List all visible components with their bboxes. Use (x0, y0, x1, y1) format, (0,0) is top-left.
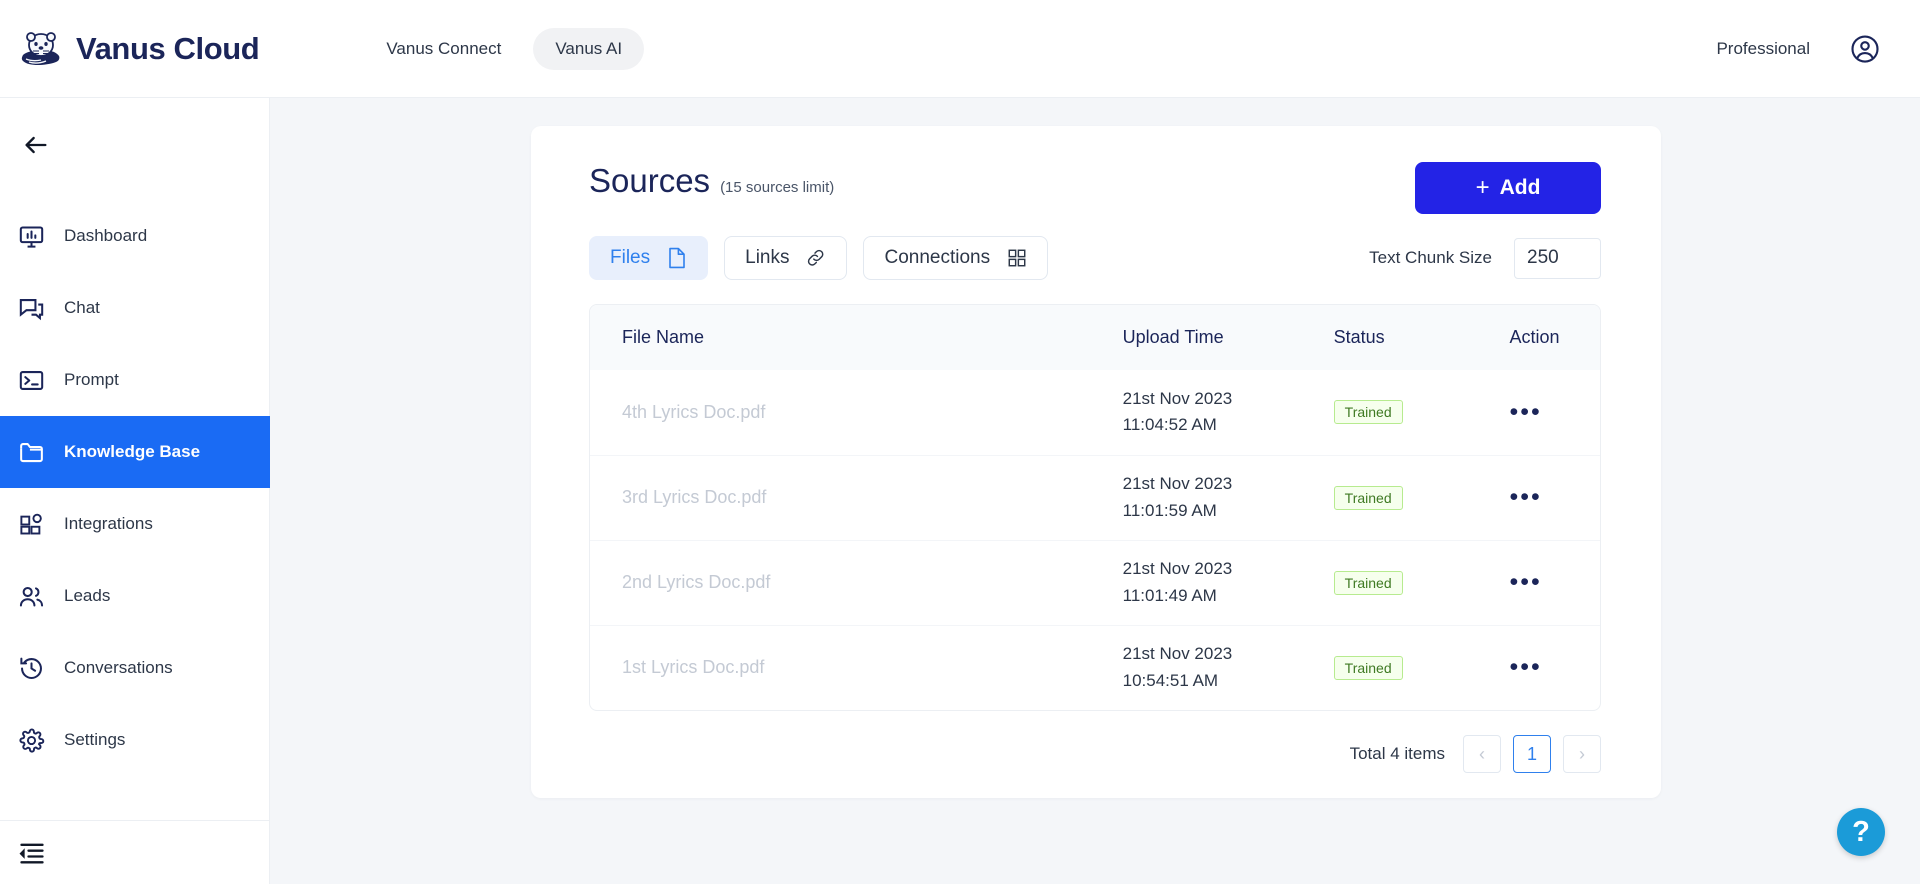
table-row[interactable]: 4th Lyrics Doc.pdf 21st Nov 2023 11:04:5… (590, 370, 1600, 455)
card-header: Sources (15 sources limit) + Add (531, 126, 1661, 214)
plan-label: Professional (1716, 38, 1810, 58)
file-name-cell: 2nd Lyrics Doc.pdf (622, 572, 771, 592)
table-header-row: File Name Upload Time Status Action (590, 305, 1600, 370)
column-header-file-name: File Name (622, 327, 705, 347)
upload-time-cell: 11:01:49 AM (1122, 585, 1217, 605)
terminal-icon (18, 367, 45, 394)
help-button[interactable]: ? (1837, 808, 1885, 856)
sidebar-item-label: Knowledge Base (64, 442, 201, 461)
gear-icon (18, 727, 45, 754)
back-button[interactable] (14, 123, 58, 167)
table-row[interactable]: 3rd Lyrics Doc.pdf 21st Nov 2023 11:01:5… (590, 454, 1600, 540)
file-name-cell: 3rd Lyrics Doc.pdf (622, 487, 767, 507)
upload-date-cell: 21st Nov 2023 (1122, 644, 1233, 664)
sidebar-item-label: Dashboard (64, 226, 148, 245)
sidebar-item-label: Conversations (64, 658, 173, 677)
sidebar-item-prompt[interactable]: Prompt (0, 344, 270, 416)
folder-icon (18, 439, 45, 466)
upload-date-cell: 21st Nov 2023 (1122, 388, 1233, 408)
tab-files[interactable]: Files (589, 236, 709, 280)
file-name-cell: 4th Lyrics Doc.pdf (622, 401, 766, 422)
column-header-status: Status (1333, 327, 1385, 347)
column-header-upload-time: Upload Time (1122, 327, 1224, 347)
account-icon[interactable] (1850, 34, 1880, 64)
row-actions-icon[interactable]: ••• (1510, 398, 1542, 426)
sidebar-item-label: Leads (64, 586, 111, 605)
monitor-icon (18, 223, 45, 250)
source-type-tabs: Files Links Connections Text Chunk Size … (531, 214, 1661, 280)
sidebar-item-label: Integrations (64, 514, 153, 533)
table-row[interactable]: 2nd Lyrics Doc.pdf 21st Nov 2023 11:01:4… (590, 539, 1600, 625)
text-chunk-size-input[interactable] (1514, 237, 1601, 279)
sources-table: File Name Upload Time Status Action 4th … (589, 304, 1601, 711)
top-nav: Vanus Connect Vanus AI (364, 27, 645, 70)
top-bar: Vanus Cloud Vanus Connect Vanus AI Profe… (0, 0, 1920, 98)
collapse-sidebar-icon[interactable] (18, 839, 46, 867)
table-row[interactable]: 1st Lyrics Doc.pdf 21st Nov 2023 10:54:5… (590, 624, 1600, 710)
upload-time-cell: 11:01:59 AM (1122, 500, 1217, 520)
upload-time-cell: 10:54:51 AM (1122, 670, 1219, 690)
sidebar: Dashboard Chat Prompt Knowledge Base Int… (0, 98, 270, 884)
sidebar-footer (0, 820, 270, 884)
upload-time-cell: 11:04:52 AM (1122, 415, 1217, 435)
topbar-right: Professional (1716, 34, 1880, 64)
history-icon (18, 655, 45, 682)
file-icon (667, 247, 687, 269)
tab-files-label: Files (610, 247, 651, 268)
tab-connections-label: Connections (884, 247, 991, 268)
text-chunk-size-label: Text Chunk Size (1369, 248, 1492, 267)
row-actions-icon[interactable]: ••• (1510, 653, 1542, 681)
sidebar-item-label: Chat (64, 298, 100, 317)
column-header-action: Action (1509, 327, 1560, 347)
main-content: Sources (15 sources limit) + Add Files L (270, 98, 1920, 884)
tab-links-label: Links (745, 247, 790, 268)
brand-name: Vanus Cloud (76, 30, 260, 66)
sidebar-item-leads[interactable]: Leads (0, 560, 270, 632)
text-chunk-size-group: Text Chunk Size (1369, 237, 1601, 279)
row-actions-icon[interactable]: ••• (1510, 568, 1542, 596)
sidebar-item-chat[interactable]: Chat (0, 272, 270, 344)
grid-icon (1007, 247, 1027, 269)
pagination-prev-button[interactable]: ‹ (1463, 735, 1501, 773)
upload-date-cell: 21st Nov 2023 (1122, 474, 1233, 494)
brand[interactable]: Vanus Cloud (20, 28, 260, 70)
sidebar-item-integrations[interactable]: Integrations (0, 488, 270, 560)
row-actions-icon[interactable]: ••• (1510, 483, 1542, 511)
tab-links[interactable]: Links (724, 236, 848, 280)
users-icon (18, 583, 45, 610)
vanus-otter-logo-icon (20, 28, 62, 70)
chat-icon (18, 295, 45, 322)
sidebar-item-dashboard[interactable]: Dashboard (0, 200, 270, 272)
status-badge: Trained (1333, 485, 1403, 510)
sidebar-item-label: Settings (64, 730, 126, 749)
topnav-item-vanus-connect[interactable]: Vanus Connect (364, 28, 523, 70)
sidebar-item-settings[interactable]: Settings (0, 704, 270, 776)
pagination-total: Total 4 items (1349, 744, 1445, 763)
topnav-item-vanus-ai[interactable]: Vanus AI (533, 27, 645, 70)
pagination-page-1[interactable]: 1 (1513, 735, 1551, 773)
integrations-icon (18, 511, 45, 538)
pagination: Total 4 items ‹ 1 › (531, 711, 1661, 773)
pagination-next-button[interactable]: › (1563, 735, 1601, 773)
sidebar-item-conversations[interactable]: Conversations (0, 632, 270, 704)
link-icon (806, 247, 826, 269)
tab-connections[interactable]: Connections (863, 236, 1049, 280)
sources-card: Sources (15 sources limit) + Add Files L (531, 126, 1661, 798)
sidebar-item-label: Prompt (64, 370, 119, 389)
file-name-cell: 1st Lyrics Doc.pdf (622, 657, 765, 678)
status-badge: Trained (1333, 400, 1403, 425)
plus-icon: + (1475, 174, 1490, 201)
upload-date-cell: 21st Nov 2023 (1122, 559, 1233, 579)
add-button[interactable]: + Add (1415, 162, 1601, 214)
status-badge: Trained (1333, 655, 1403, 680)
sidebar-item-knowledge-base[interactable]: Knowledge Base (0, 416, 270, 488)
sidebar-nav: Dashboard Chat Prompt Knowledge Base Int… (0, 200, 270, 776)
add-button-label: Add (1499, 176, 1541, 199)
page-title-subtext: (15 sources limit) (720, 179, 835, 196)
title-group: Sources (15 sources limit) (589, 162, 834, 200)
page-title: Sources (589, 162, 711, 199)
status-badge: Trained (1333, 570, 1403, 595)
